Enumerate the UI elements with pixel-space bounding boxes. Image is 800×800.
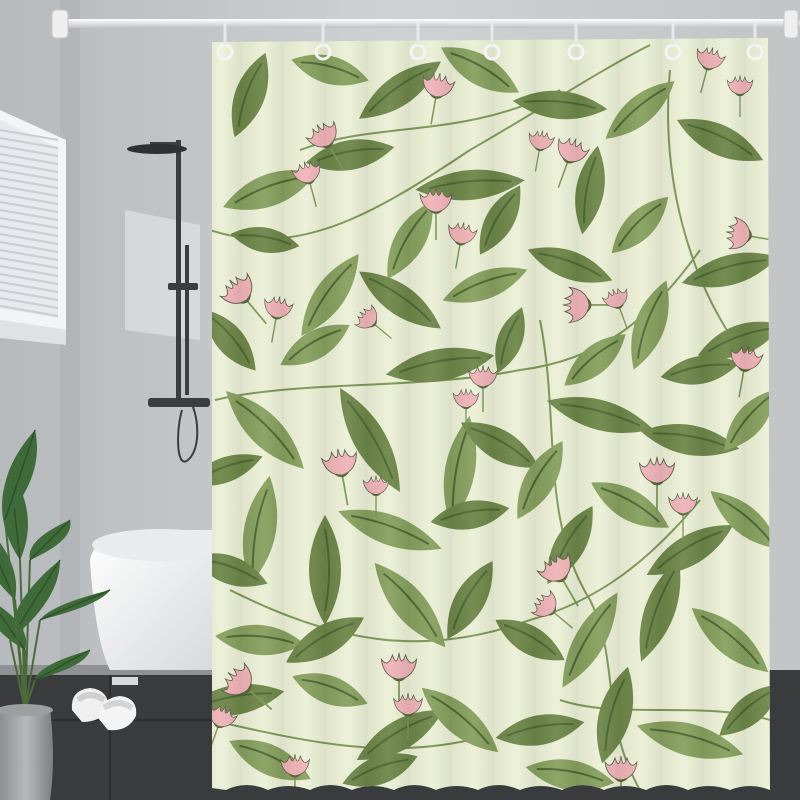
shower-curtain (212, 38, 770, 790)
bathroom-scene (0, 0, 800, 800)
bathtub (90, 529, 228, 670)
bathroom-window (0, 110, 66, 345)
scene-illustration (0, 0, 800, 800)
